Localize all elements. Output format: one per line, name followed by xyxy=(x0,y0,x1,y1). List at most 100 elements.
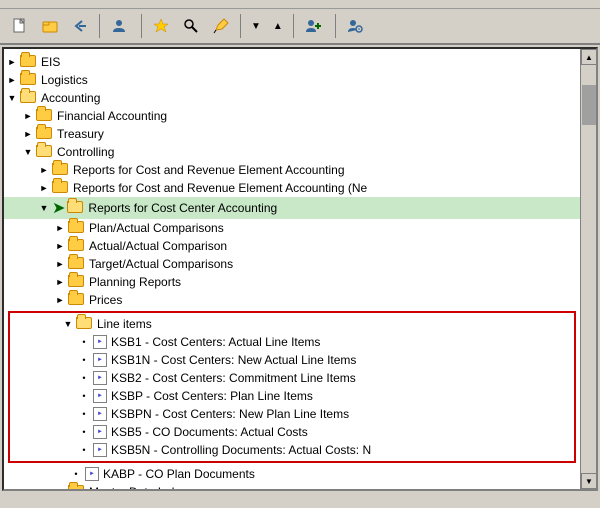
new-button[interactable] xyxy=(6,13,34,39)
expand-icon[interactable]: ► xyxy=(52,274,68,290)
expand-icon[interactable]: ► xyxy=(36,162,52,178)
tree-item[interactable]: ► Actual/Actual Comparison xyxy=(4,237,580,255)
item-label: Treasury xyxy=(57,127,104,141)
item-label: Reports for Cost and Revenue Element Acc… xyxy=(73,163,345,177)
tree-item[interactable]: ► Financial Accounting xyxy=(4,107,580,125)
tree-item[interactable]: ▼ Line items xyxy=(12,315,572,333)
highlighted-box: ▼ Line items • KSB1 - Cost Centers: Actu… xyxy=(8,311,576,463)
folder-icon xyxy=(20,73,38,87)
open-button[interactable] xyxy=(36,13,64,39)
item-label: KSBP - Cost Centers: Plan Line Items xyxy=(111,389,313,403)
collapse-icon[interactable]: ▼ xyxy=(20,144,36,160)
tree-item[interactable]: ► Target/Actual Comparisons xyxy=(4,255,580,273)
tree-item[interactable]: ► EIS xyxy=(4,53,580,71)
tree-item[interactable]: ▼ Controlling xyxy=(4,143,580,161)
item-label: Actual/Actual Comparison xyxy=(89,239,227,253)
expand-icon[interactable]: ► xyxy=(52,220,68,236)
up-button[interactable]: ▲ xyxy=(268,13,288,39)
open-icon xyxy=(41,17,59,35)
folder-icon xyxy=(36,127,54,141)
tree-item[interactable]: ▼ ➤ Reports for Cost Center Accounting xyxy=(4,197,580,219)
tree-item[interactable]: ► Plan/Actual Comparisons xyxy=(4,219,580,237)
edit-button[interactable] xyxy=(207,13,235,39)
up-arrow-icon: ▲ xyxy=(273,21,283,32)
expand-icon[interactable]: ► xyxy=(4,72,20,88)
search-button[interactable] xyxy=(177,13,205,39)
star-icon xyxy=(152,17,170,35)
item-label: Logistics xyxy=(41,73,88,87)
tree-item[interactable]: ► Logistics xyxy=(4,71,580,89)
expand-icon[interactable]: ► xyxy=(52,484,68,489)
expand-icon[interactable]: ► xyxy=(52,256,68,272)
pencil-icon xyxy=(212,17,230,35)
item-label: Target/Actual Comparisons xyxy=(89,257,233,271)
transaction-icon xyxy=(84,466,100,482)
tree-item[interactable]: ► Master Data Indexes xyxy=(4,483,580,489)
tree-item[interactable]: • KSB5N - Controlling Documents: Actual … xyxy=(12,441,572,459)
back-icon xyxy=(71,17,89,35)
back-button[interactable] xyxy=(66,13,94,39)
collapse-icon[interactable]: ▼ xyxy=(60,316,76,332)
item-label: Master Data Indexes xyxy=(89,485,200,489)
leaf-spacer: • xyxy=(76,370,92,386)
folder-icon xyxy=(68,293,86,307)
dropdown-arrow-icon: ▼ xyxy=(251,21,261,32)
folder-icon xyxy=(36,145,54,159)
tree-item[interactable]: ► Reports for Cost and Revenue Element A… xyxy=(4,161,580,179)
leaf-spacer: • xyxy=(76,406,92,422)
item-label: Line items xyxy=(97,317,152,331)
expand-icon[interactable]: ► xyxy=(36,180,52,196)
expand-icon[interactable]: ► xyxy=(4,54,20,70)
tree-item[interactable]: • KSB2 - Cost Centers: Commitment Line I… xyxy=(12,369,572,387)
tree-item[interactable]: • KSB5 - CO Documents: Actual Costs xyxy=(12,423,572,441)
tree-area[interactable]: ► EIS ► Logistics ▼ Accounting ► Financi… xyxy=(4,49,580,489)
leaf-spacer: • xyxy=(76,442,92,458)
collapse-icon[interactable]: ▼ xyxy=(36,200,52,216)
expand-icon[interactable]: ► xyxy=(52,238,68,254)
collapse-icon[interactable]: ▼ xyxy=(4,90,20,106)
scroll-up-button[interactable]: ▲ xyxy=(581,49,597,65)
item-label: KSB1N - Cost Centers: New Actual Line It… xyxy=(111,353,356,367)
separator-2 xyxy=(141,14,142,38)
other-menu-button[interactable] xyxy=(105,13,136,39)
item-label: EIS xyxy=(41,55,60,69)
scrollbar[interactable]: ▲ ▼ xyxy=(580,49,596,489)
folder-icon xyxy=(76,317,94,331)
favorites-button[interactable] xyxy=(147,13,175,39)
item-label: Reports for Cost Center Accounting xyxy=(88,201,277,215)
create-role-button[interactable] xyxy=(299,13,330,39)
expand-icon[interactable]: ► xyxy=(20,126,36,142)
tree-item[interactable]: ► Planning Reports xyxy=(4,273,580,291)
expand-icon[interactable]: ► xyxy=(52,292,68,308)
folder-icon xyxy=(68,275,86,289)
tree-item[interactable]: • KABP - CO Plan Documents xyxy=(4,465,580,483)
tree-item[interactable]: • KSBPN - Cost Centers: New Plan Line It… xyxy=(12,405,572,423)
transaction-icon xyxy=(92,388,108,404)
scroll-track xyxy=(581,65,596,473)
tree-item[interactable]: ▼ Accounting xyxy=(4,89,580,107)
item-label: Reports for Cost and Revenue Element Acc… xyxy=(73,181,367,195)
tree-item[interactable]: ► Treasury xyxy=(4,125,580,143)
tree-item[interactable]: • KSBP - Cost Centers: Plan Line Items xyxy=(12,387,572,405)
tree-item[interactable]: ► Prices xyxy=(4,291,580,309)
tree-item[interactable]: • KSB1N - Cost Centers: New Actual Line … xyxy=(12,351,572,369)
transaction-icon xyxy=(92,406,108,422)
folder-icon xyxy=(68,239,86,253)
assign-users-button[interactable] xyxy=(341,13,372,39)
item-label: KSB2 - Cost Centers: Commitment Line Ite… xyxy=(111,371,356,385)
dropdown-button[interactable]: ▼ xyxy=(246,13,266,39)
folder-icon xyxy=(20,91,38,105)
tree-item[interactable]: ► Reports for Cost and Revenue Element A… xyxy=(4,179,580,197)
transaction-icon xyxy=(92,442,108,458)
leaf-spacer: • xyxy=(76,388,92,404)
scroll-down-button[interactable]: ▼ xyxy=(581,473,597,489)
folder-icon xyxy=(68,485,86,489)
folder-icon xyxy=(68,257,86,271)
tree-item[interactable]: • KSB1 - Cost Centers: Actual Line Items xyxy=(12,333,572,351)
leaf-spacer: • xyxy=(76,424,92,440)
scroll-thumb[interactable] xyxy=(582,85,596,125)
expand-icon[interactable]: ► xyxy=(20,108,36,124)
separator-5 xyxy=(335,14,336,38)
toolbar: ▼ ▲ xyxy=(0,9,600,45)
item-label: Plan/Actual Comparisons xyxy=(89,221,224,235)
